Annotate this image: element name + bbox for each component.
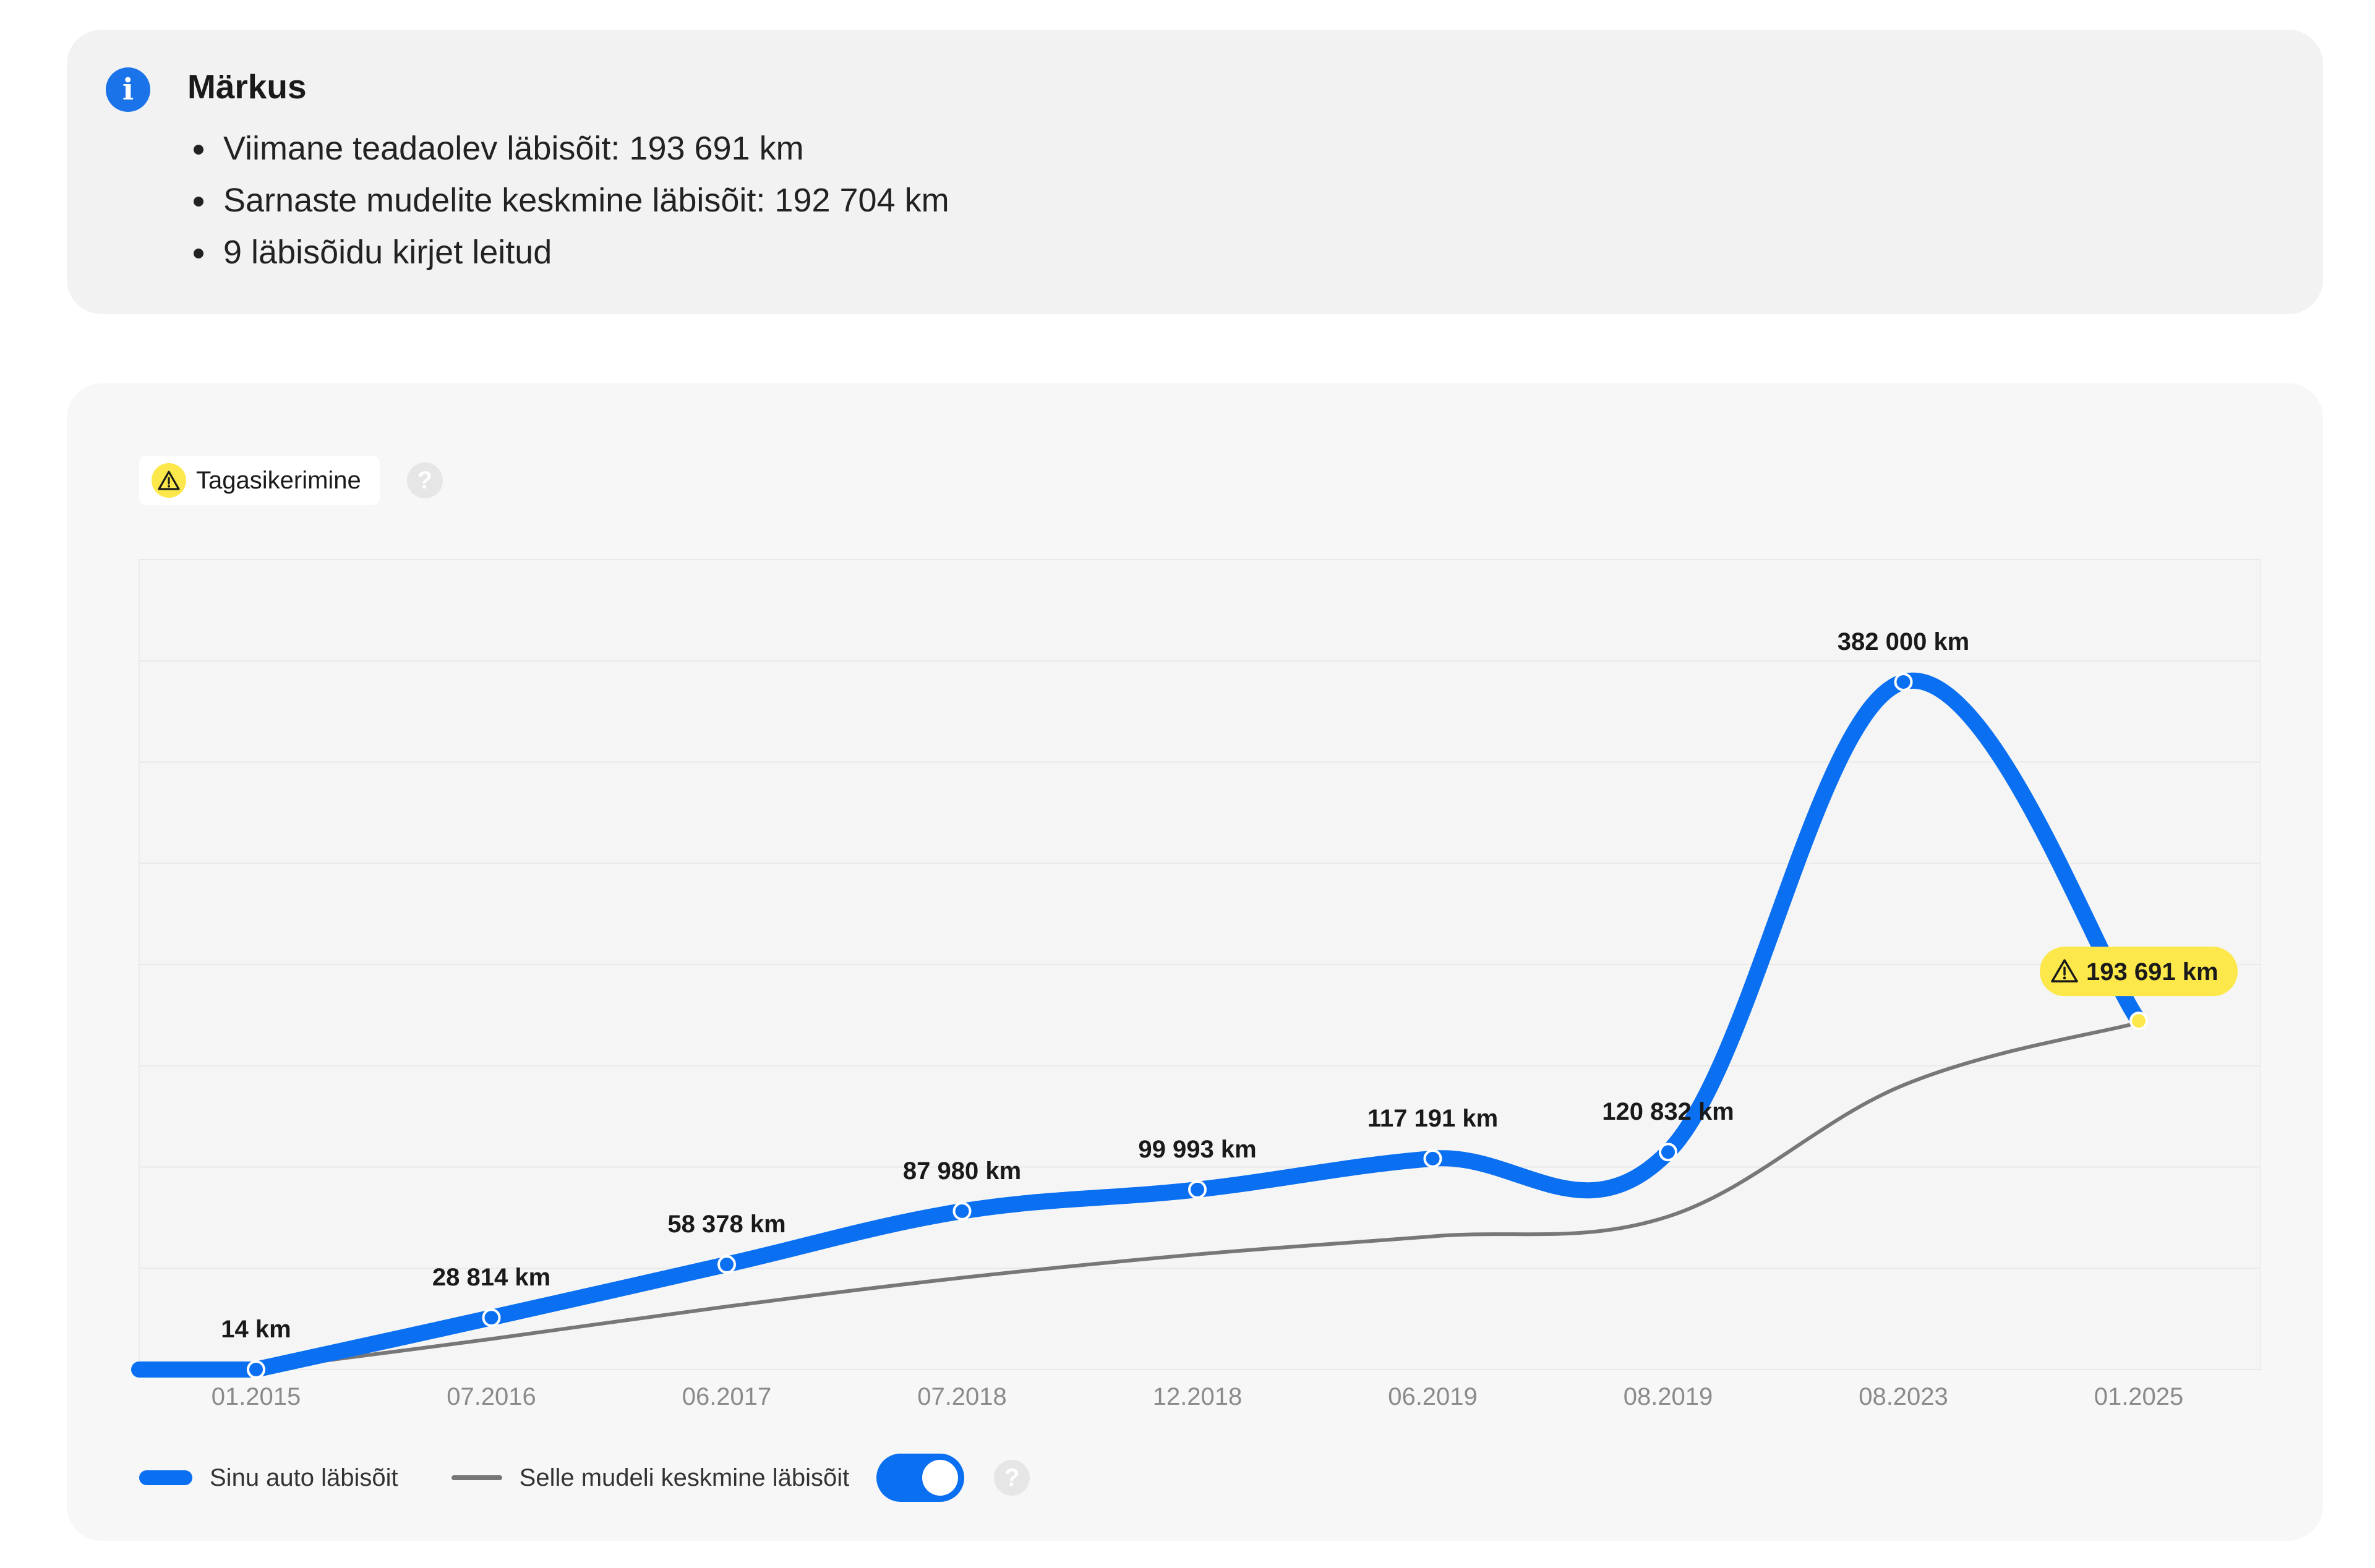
x-tick-label: 01.2025 — [2094, 1383, 2184, 1410]
data-label: 14 km — [221, 1316, 291, 1343]
x-tick-label: 01.2015 — [212, 1383, 301, 1410]
x-tick-label: 07.2018 — [917, 1383, 1007, 1410]
data-label: 382 000 km — [1838, 628, 1970, 655]
mileage-chart: 14 km 28 814 km 58 378 km 87 980 km 99 993 k… — [131, 559, 2261, 1410]
data-label: 28 814 km — [432, 1264, 550, 1291]
data-point — [482, 1308, 501, 1327]
data-label: 99 993 km — [1138, 1136, 1256, 1163]
x-tick-label: 08.2019 — [1624, 1383, 1713, 1410]
x-tick-label: 12.2018 — [1153, 1383, 1243, 1410]
data-point — [1423, 1149, 1442, 1168]
data-point — [1659, 1143, 1677, 1162]
data-point — [717, 1255, 736, 1274]
data-point — [2129, 1012, 2148, 1031]
data-point — [952, 1201, 972, 1221]
data-point — [1894, 672, 1913, 691]
x-tick-label: 08.2023 — [1859, 1383, 1948, 1410]
data-label: 58 378 km — [667, 1211, 785, 1238]
x-tick-label: 06.2019 — [1388, 1383, 1478, 1410]
x-tick-label: 07.2016 — [447, 1383, 536, 1410]
data-point — [247, 1360, 265, 1379]
x-tick-label: 06.2017 — [682, 1383, 772, 1410]
data-label: 117 191 km — [1367, 1105, 1498, 1132]
warning-icon-dot — [2063, 976, 2066, 979]
data-label: 120 832 km — [1602, 1098, 1734, 1125]
data-label-warning: 193 691 km — [2086, 958, 2219, 986]
data-point — [1188, 1180, 1207, 1199]
data-label: 87 980 km — [903, 1157, 1021, 1185]
